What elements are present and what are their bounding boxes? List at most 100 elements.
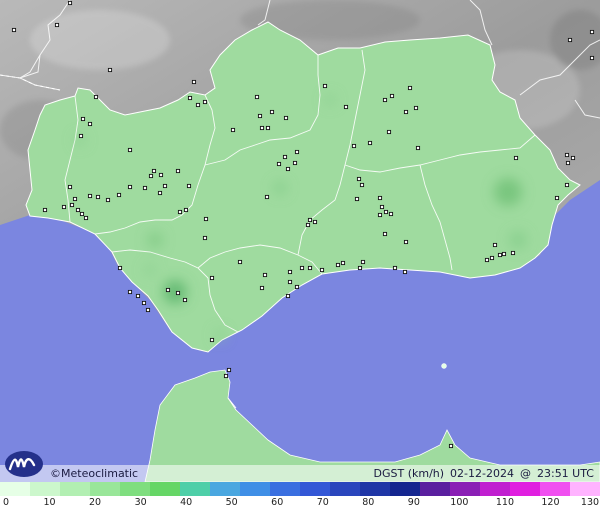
weather-station-marker[interactable] bbox=[142, 185, 148, 191]
wind-gust-map[interactable] bbox=[0, 0, 600, 482]
weather-station-marker[interactable] bbox=[87, 121, 93, 127]
weather-station-marker[interactable] bbox=[448, 443, 454, 449]
weather-station-marker[interactable] bbox=[565, 160, 571, 166]
weather-station-marker[interactable] bbox=[570, 155, 576, 161]
weather-station-marker[interactable] bbox=[359, 182, 365, 188]
weather-station-marker[interactable] bbox=[340, 260, 346, 266]
weather-station-marker[interactable] bbox=[392, 265, 398, 271]
weather-station-marker[interactable] bbox=[165, 287, 171, 293]
weather-station-marker[interactable] bbox=[413, 105, 419, 111]
weather-station-marker[interactable] bbox=[67, 0, 73, 6]
weather-station-marker[interactable] bbox=[354, 196, 360, 202]
weather-station-marker[interactable] bbox=[209, 275, 215, 281]
weather-station-marker[interactable] bbox=[195, 102, 201, 108]
weather-station-marker[interactable] bbox=[383, 209, 389, 215]
weather-station-marker[interactable] bbox=[259, 125, 265, 131]
weather-station-marker[interactable] bbox=[294, 284, 300, 290]
weather-station-marker[interactable] bbox=[388, 211, 394, 217]
weather-station-marker[interactable] bbox=[105, 197, 111, 203]
weather-station-marker[interactable] bbox=[589, 55, 595, 61]
weather-station-marker[interactable] bbox=[379, 204, 385, 210]
weather-station-marker[interactable] bbox=[209, 337, 215, 343]
weather-station-marker[interactable] bbox=[269, 109, 275, 115]
weather-station-marker[interactable] bbox=[237, 259, 243, 265]
weather-station-marker[interactable] bbox=[116, 192, 122, 198]
weather-station-marker[interactable] bbox=[135, 293, 141, 299]
weather-station-marker[interactable] bbox=[351, 143, 357, 149]
weather-station-marker[interactable] bbox=[287, 269, 293, 275]
weather-station-marker[interactable] bbox=[127, 289, 133, 295]
weather-station-marker[interactable] bbox=[151, 168, 157, 174]
weather-station-marker[interactable] bbox=[95, 194, 101, 200]
weather-station-marker[interactable] bbox=[254, 94, 260, 100]
weather-station-marker[interactable] bbox=[265, 125, 271, 131]
weather-station-marker[interactable] bbox=[69, 202, 75, 208]
weather-station-marker[interactable] bbox=[175, 290, 181, 296]
weather-station-marker[interactable] bbox=[307, 265, 313, 271]
weather-station-marker[interactable] bbox=[276, 161, 282, 167]
weather-station-marker[interactable] bbox=[403, 109, 409, 115]
weather-station-marker[interactable] bbox=[223, 373, 229, 379]
weather-station-marker[interactable] bbox=[67, 184, 73, 190]
weather-station-marker[interactable] bbox=[589, 29, 595, 35]
weather-station-marker[interactable] bbox=[484, 257, 490, 263]
weather-station-marker[interactable] bbox=[183, 207, 189, 213]
weather-station-marker[interactable] bbox=[501, 251, 507, 257]
weather-station-marker[interactable] bbox=[75, 207, 81, 213]
weather-station-marker[interactable] bbox=[87, 193, 93, 199]
weather-station-marker[interactable] bbox=[367, 140, 373, 146]
weather-station-marker[interactable] bbox=[127, 147, 133, 153]
weather-station-marker[interactable] bbox=[299, 265, 305, 271]
weather-station-marker[interactable] bbox=[510, 250, 516, 256]
weather-station-marker[interactable] bbox=[377, 212, 383, 218]
weather-station-marker[interactable] bbox=[564, 182, 570, 188]
weather-station-marker[interactable] bbox=[403, 239, 409, 245]
weather-station-marker[interactable] bbox=[54, 22, 60, 28]
weather-station-marker[interactable] bbox=[285, 166, 291, 172]
weather-station-marker[interactable] bbox=[322, 83, 328, 89]
weather-station-marker[interactable] bbox=[567, 37, 573, 43]
weather-station-marker[interactable] bbox=[226, 367, 232, 373]
weather-station-marker[interactable] bbox=[79, 211, 85, 217]
weather-station-marker[interactable] bbox=[264, 194, 270, 200]
weather-station-marker[interactable] bbox=[187, 95, 193, 101]
weather-station-marker[interactable] bbox=[262, 272, 268, 278]
weather-station-marker[interactable] bbox=[11, 27, 17, 33]
weather-station-marker[interactable] bbox=[343, 104, 349, 110]
weather-station-marker[interactable] bbox=[117, 265, 123, 271]
weather-station-marker[interactable] bbox=[382, 97, 388, 103]
weather-station-marker[interactable] bbox=[389, 93, 395, 99]
weather-station-marker[interactable] bbox=[148, 173, 154, 179]
weather-station-marker[interactable] bbox=[175, 168, 181, 174]
weather-station-marker[interactable] bbox=[489, 255, 495, 261]
weather-station-marker[interactable] bbox=[182, 297, 188, 303]
weather-station-marker[interactable] bbox=[141, 300, 147, 306]
weather-station-marker[interactable] bbox=[294, 149, 300, 155]
weather-station-marker[interactable] bbox=[335, 262, 341, 268]
weather-station-marker[interactable] bbox=[356, 176, 362, 182]
weather-station-marker[interactable] bbox=[257, 113, 263, 119]
weather-station-marker[interactable] bbox=[80, 116, 86, 122]
weather-station-marker[interactable] bbox=[72, 196, 78, 202]
weather-station-marker[interactable] bbox=[360, 259, 366, 265]
weather-station-marker[interactable] bbox=[283, 115, 289, 121]
weather-station-marker[interactable] bbox=[382, 231, 388, 237]
weather-station-marker[interactable] bbox=[492, 242, 498, 248]
weather-station-marker[interactable] bbox=[386, 129, 392, 135]
weather-station-marker[interactable] bbox=[285, 293, 291, 299]
weather-station-marker[interactable] bbox=[415, 145, 421, 151]
weather-station-marker[interactable] bbox=[319, 267, 325, 273]
weather-station-marker[interactable] bbox=[282, 154, 288, 160]
weather-station-marker[interactable] bbox=[157, 190, 163, 196]
weather-station-marker[interactable] bbox=[312, 219, 318, 225]
weather-station-marker[interactable] bbox=[186, 183, 192, 189]
weather-station-marker[interactable] bbox=[93, 94, 99, 100]
weather-station-marker[interactable] bbox=[191, 79, 197, 85]
weather-station-marker[interactable] bbox=[203, 216, 209, 222]
weather-station-marker[interactable] bbox=[513, 155, 519, 161]
weather-station-marker[interactable] bbox=[497, 252, 503, 258]
weather-station-marker[interactable] bbox=[162, 183, 168, 189]
weather-station-marker[interactable] bbox=[230, 127, 236, 133]
weather-station-marker[interactable] bbox=[158, 172, 164, 178]
weather-station-marker[interactable] bbox=[292, 160, 298, 166]
